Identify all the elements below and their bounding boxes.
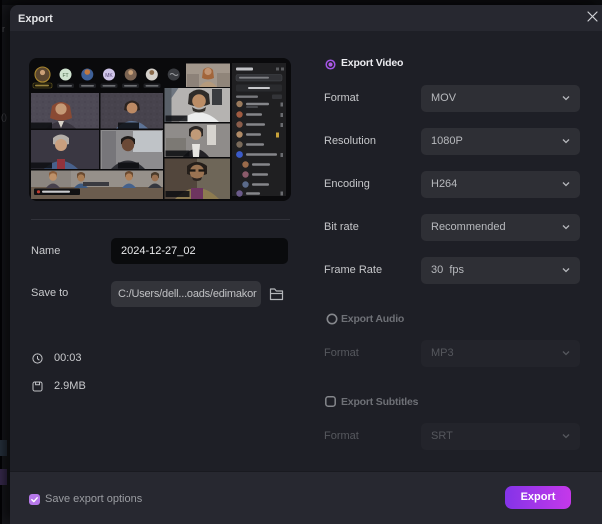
svg-text:FT: FT — [62, 73, 68, 79]
svg-text:MK: MK — [105, 73, 113, 79]
